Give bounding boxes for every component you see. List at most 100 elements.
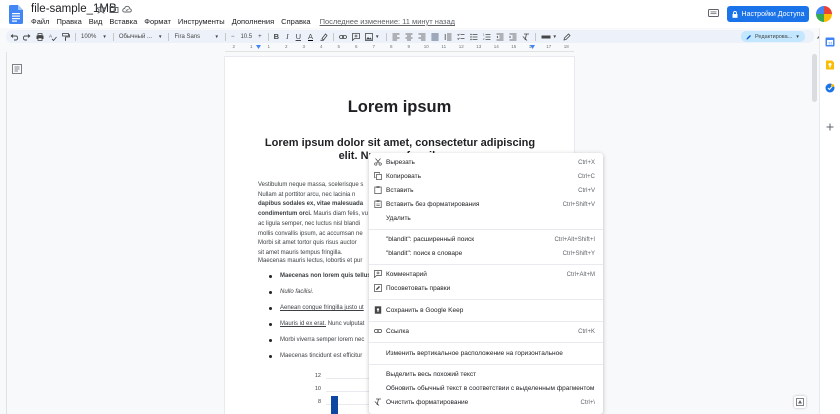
menu-item-paste-plain[interactable]: Вставить без форматирования Ctrl+Shift+V <box>369 198 603 211</box>
keep-notes-icon[interactable] <box>825 60 835 70</box>
share-button[interactable]: Настройки Доступа <box>727 6 809 22</box>
menu-item-save-to-keep[interactable]: Сохранить в Google Keep <box>369 304 603 317</box>
menu-edit[interactable]: Правка <box>56 17 81 26</box>
menu-item-shortcut: Ctrl+\ <box>580 399 595 406</box>
toolbar-divider <box>168 32 170 41</box>
menu-item-change-orientation[interactable]: Изменить вертикальное расположение на го… <box>369 347 603 360</box>
ruler-number: 9 <box>407 44 410 49</box>
menu-help[interactable]: Справка <box>281 17 310 26</box>
font-size-input[interactable]: 10.5 <box>240 34 252 40</box>
menu-item-clear-formatting[interactable]: Очистить форматирование Ctrl+\ <box>369 396 603 409</box>
add-comment-icon[interactable] <box>352 32 360 41</box>
bulleted-list-icon[interactable] <box>469 33 478 41</box>
menu-format[interactable]: Формат <box>144 17 171 26</box>
menu-addons[interactable]: Дополнения <box>232 17 274 26</box>
svg-text:A: A <box>49 33 52 38</box>
context-menu: Вырезать Ctrl+X Копировать Ctrl+C Встави… <box>369 153 603 414</box>
docs-logo-icon[interactable] <box>9 5 23 24</box>
editing-mode-select[interactable]: Редактирова... ▼ <box>741 31 805 42</box>
menu-item-select-similar[interactable]: Выделить весь похожий текст <box>369 368 603 381</box>
align-left-icon[interactable] <box>392 33 400 41</box>
undo-icon[interactable] <box>10 33 18 41</box>
last-edit-link[interactable]: Последнее изменение: 11 минут назад <box>320 17 455 26</box>
decrease-font-size-button[interactable]: − <box>231 34 235 40</box>
document-outline-icon[interactable] <box>12 64 22 74</box>
explore-button[interactable] <box>794 396 806 408</box>
list-item: Aenean congue fringilla justo ut <box>269 305 371 321</box>
app-header: file-sample_1MB Файл Правка Вид Вставка … <box>0 0 840 28</box>
calendar-icon[interactable]: 31 <box>825 37 835 47</box>
increase-indent-icon[interactable] <box>509 33 517 41</box>
menu-item-update-style[interactable]: Обновить обычный текст в соответствии с … <box>369 382 603 395</box>
star-icon[interactable] <box>96 4 106 14</box>
menu-item-label: Обновить обычный текст в соответствии с … <box>386 385 595 392</box>
text-color-button[interactable]: A <box>308 32 314 41</box>
menu-item-explore-search[interactable]: "blandit": расширенный поиск Ctrl+Alt+Sh… <box>369 233 603 246</box>
chevron-down-icon[interactable]: ▼ <box>375 34 379 39</box>
ruler-number: 18 <box>563 44 569 49</box>
menu-item-dictionary[interactable]: "blandit": поиск в словаре Ctrl+Shift+Y <box>369 247 603 260</box>
spellcheck-icon[interactable]: A <box>49 33 57 41</box>
font-select[interactable]: Fira Sans ▼ <box>174 34 224 40</box>
menu-item-shortcut: Ctrl+Shift+Y <box>562 250 595 257</box>
menu-divider <box>369 299 603 300</box>
menu-item-link[interactable]: Ссылка Ctrl+K <box>369 325 603 338</box>
list-item: Morbi viverra semper lorem nec <box>269 337 371 353</box>
decrease-indent-icon[interactable] <box>496 33 504 41</box>
explore-icon <box>796 398 804 406</box>
right-indent-marker-icon[interactable] <box>530 45 535 50</box>
menu-item-paste[interactable]: Вставить Ctrl+V <box>369 184 603 197</box>
numbered-list-icon[interactable]: 12 <box>483 33 491 41</box>
insert-link-icon[interactable] <box>339 33 347 41</box>
left-indent-marker-icon[interactable] <box>256 45 261 50</box>
menu-divider <box>369 321 603 322</box>
chevron-down-icon[interactable]: ▼ <box>553 34 557 39</box>
cloud-saved-icon[interactable] <box>122 4 132 14</box>
ruler-number: 6 <box>354 44 358 49</box>
lock-icon <box>732 10 738 18</box>
highlight-color-icon[interactable] <box>320 32 328 41</box>
menu-item-label: Копировать <box>386 173 421 180</box>
add-icon[interactable] <box>826 123 834 131</box>
border-style-icon[interactable] <box>541 33 551 41</box>
ruler-number: 12 <box>458 44 464 49</box>
menu-item-delete[interactable]: Удалить <box>369 212 603 225</box>
align-center-icon[interactable] <box>405 33 413 41</box>
print-icon[interactable] <box>36 32 44 41</box>
menu-item-suggest-edits[interactable]: Посоветовать правки <box>369 282 603 295</box>
vertical-scrollbar[interactable] <box>810 52 818 414</box>
menu-item-copy[interactable]: Копировать Ctrl+C <box>369 170 603 183</box>
italic-button[interactable]: I <box>286 32 289 41</box>
scrollbar-thumb[interactable] <box>812 54 817 102</box>
line-spacing-icon[interactable] <box>444 33 452 41</box>
move-folder-icon[interactable] <box>109 4 119 14</box>
paint-format-icon[interactable] <box>62 32 70 41</box>
checklist-icon[interactable] <box>456 33 465 41</box>
align-right-icon[interactable] <box>418 33 426 41</box>
insert-image-icon[interactable] <box>365 32 373 41</box>
menu-view[interactable]: Вид <box>89 17 103 26</box>
menu-item-cut[interactable]: Вырезать Ctrl+X <box>369 156 603 169</box>
horizontal-ruler[interactable]: 21123456789101112131415161718 <box>225 44 574 52</box>
bold-button[interactable]: B <box>274 32 279 41</box>
menu-item-comment[interactable]: Комментарий Ctrl+Alt+M <box>369 268 603 281</box>
vertical-ruler[interactable] <box>0 52 7 414</box>
underline-button[interactable]: U <box>296 32 301 41</box>
align-justify-icon[interactable] <box>430 32 439 41</box>
menu-item-label: Выделить весь похожий текст <box>386 371 477 378</box>
increase-font-size-button[interactable]: + <box>258 34 262 40</box>
comment-history-icon[interactable] <box>708 9 719 18</box>
menu-item-shortcut: Ctrl+Alt+Shift+I <box>554 236 595 243</box>
account-avatar[interactable] <box>816 6 832 22</box>
menu-file[interactable]: Файл <box>31 17 49 26</box>
clear-formatting-icon[interactable] <box>522 33 530 41</box>
menu-item-label: Вырезать <box>386 159 415 166</box>
redo-icon[interactable] <box>23 33 31 41</box>
menu-tools[interactable]: Инструменты <box>178 17 225 26</box>
zoom-select[interactable]: 100% ▼ <box>81 34 113 40</box>
pen-icon[interactable] <box>563 32 571 41</box>
style-select[interactable]: Обычный ... ▼ <box>119 34 169 40</box>
zoom-value: 100% <box>81 33 97 40</box>
tasks-icon[interactable] <box>825 83 835 93</box>
menu-insert[interactable]: Вставка <box>109 17 137 26</box>
